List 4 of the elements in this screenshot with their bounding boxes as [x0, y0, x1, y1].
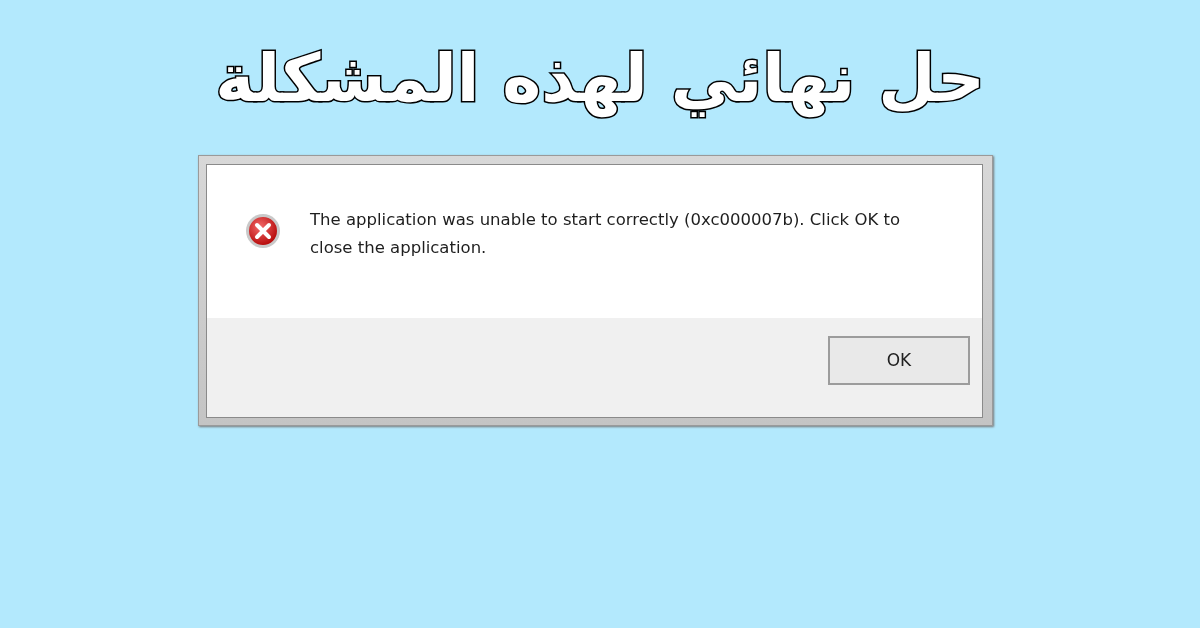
headline: حل نهائي لهذه المشكلة: [215, 39, 985, 120]
ok-button[interactable]: OK: [828, 335, 970, 385]
error-icon: [245, 212, 281, 249]
error-message: The application was unable to start correctly (0xc000007b). Click OK to close the application.: [310, 208, 902, 259]
